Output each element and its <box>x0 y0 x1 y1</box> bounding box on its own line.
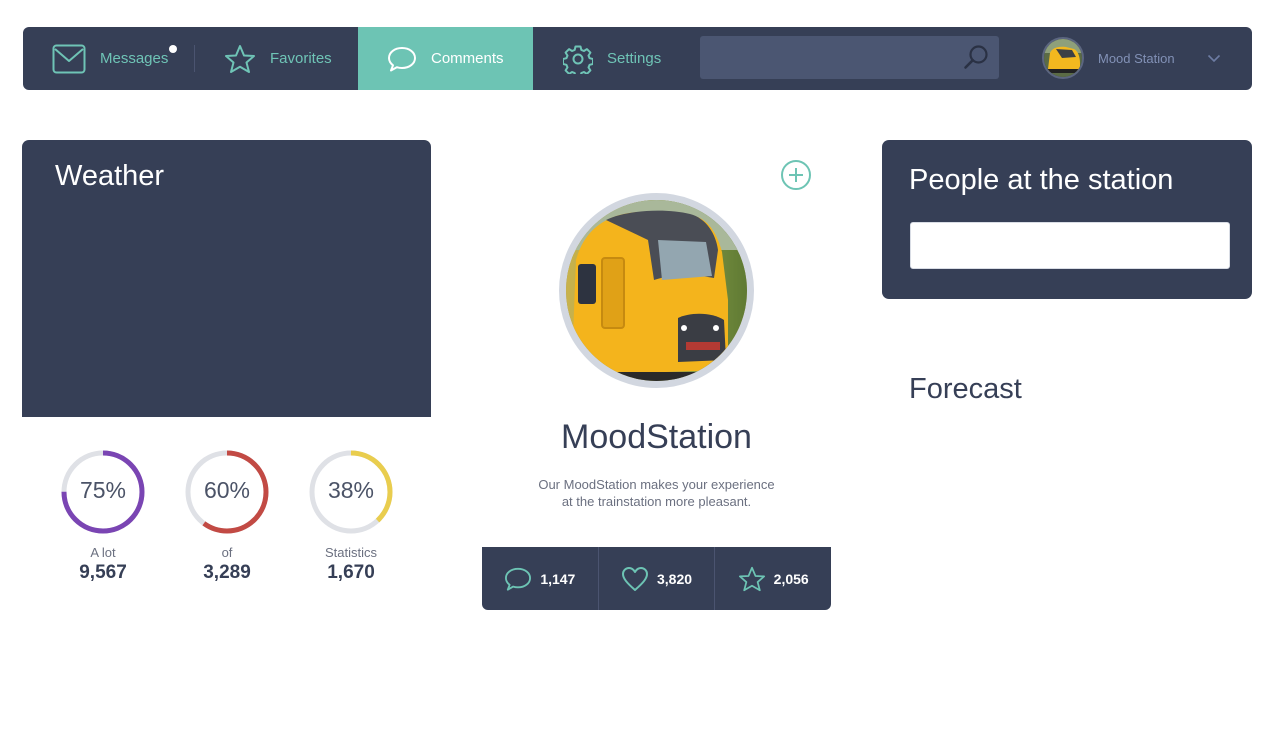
stat-of: 60% of 3,289 <box>165 449 289 584</box>
chevron-down-icon[interactable] <box>1207 54 1221 63</box>
stat-statistics: 38% Statistics 1,670 <box>289 449 413 584</box>
stat-caption: of <box>221 545 233 560</box>
profile-name: MoodStation <box>561 418 752 456</box>
stat-percent: 75% <box>79 477 127 503</box>
forecast-title: Forecast <box>909 373 1022 405</box>
nav-divider <box>194 45 195 72</box>
star-icon <box>738 566 765 591</box>
comments-count: 1,147 <box>540 570 576 587</box>
description-line-1: Our MoodStation makes your experience <box>538 477 775 492</box>
stat-value: 1,670 <box>327 562 375 583</box>
stat-caption: A lot <box>90 545 116 560</box>
nav-favorites[interactable]: Favorites <box>224 27 332 90</box>
speech-bubble-icon <box>388 46 416 71</box>
heart-icon <box>621 566 648 591</box>
search-input[interactable] <box>700 36 999 79</box>
nav-settings[interactable]: Settings <box>563 27 661 90</box>
nav-messages-label: Messages <box>100 50 169 67</box>
description-line-2: at the trainstation more pleasant. <box>561 494 752 509</box>
nav-settings-label: Settings <box>607 50 662 67</box>
speech-bubble-icon <box>505 567 532 591</box>
envelope-icon <box>52 44 86 73</box>
profile-description: Our MoodStation makes your experience at… <box>482 476 831 510</box>
people-search-input[interactable] <box>910 222 1230 269</box>
nav-comments-label: Comments <box>431 50 504 67</box>
profile-avatar <box>559 193 754 388</box>
favorites-count-button[interactable]: 2,056 <box>715 547 831 610</box>
people-title: People at the station <box>909 164 1174 196</box>
stat-a-lot: 75% A lot 9,567 <box>41 449 165 584</box>
search-icon[interactable] <box>963 44 989 70</box>
people-card: People at the station <box>882 140 1252 299</box>
add-circle-icon[interactable] <box>780 159 812 191</box>
user-avatar[interactable] <box>1042 37 1084 79</box>
nav-favorites-label: Favorites <box>270 50 332 67</box>
star-icon <box>225 44 255 73</box>
top-navbar: Messages Favorites Comments Settings Moo… <box>23 27 1252 90</box>
likes-count: 3,820 <box>656 570 693 587</box>
nav-messages[interactable]: Messages <box>52 27 168 90</box>
stat-value: 3,289 <box>203 562 251 583</box>
stat-percent: 60% <box>203 477 251 503</box>
comments-count-button[interactable]: 1,147 <box>482 547 599 610</box>
favorites-count: 2,056 <box>773 570 809 587</box>
profile-stats-bar: 1,147 3,820 2,056 <box>482 547 831 610</box>
stat-percent: 38% <box>327 477 375 503</box>
likes-count-button[interactable]: 3,820 <box>599 547 716 610</box>
notification-dot <box>169 45 177 53</box>
user-name[interactable]: Mood Station <box>1098 51 1175 66</box>
stat-caption: Statistics <box>324 545 377 560</box>
gear-icon <box>563 45 593 74</box>
weather-title: Weather <box>55 160 165 192</box>
nav-comments[interactable]: Comments <box>358 27 533 90</box>
weather-card: Weather <box>22 140 431 417</box>
stat-value: 9,567 <box>79 562 127 583</box>
train-image <box>566 200 747 381</box>
